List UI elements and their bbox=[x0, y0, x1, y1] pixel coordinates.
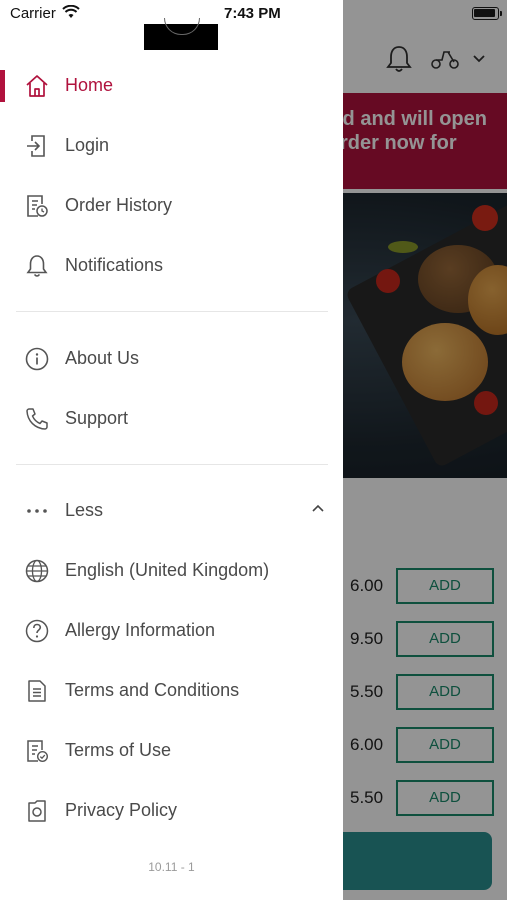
menu-item-home[interactable]: Home bbox=[0, 62, 343, 110]
menu-item-order-history[interactable]: Order History bbox=[0, 182, 343, 230]
menu-item-label: Terms of Use bbox=[65, 740, 172, 760]
menu-item-label: Login bbox=[65, 135, 110, 155]
menu-item-about-us[interactable]: About Us bbox=[0, 335, 343, 383]
menu-item-language[interactable]: English (United Kingdom) bbox=[0, 547, 343, 595]
menu-item-less-toggle[interactable]: Less bbox=[0, 487, 343, 535]
menu-item-terms-and-conditions[interactable]: Terms and Conditions bbox=[0, 667, 343, 715]
login-icon bbox=[24, 133, 50, 159]
menu-item-label: Home bbox=[65, 75, 114, 95]
menu-item-label: English (United Kingdom) bbox=[65, 560, 270, 580]
menu-item-label: Order History bbox=[65, 195, 173, 215]
phone-icon bbox=[24, 406, 50, 432]
wifi-icon bbox=[62, 5, 80, 19]
privacy-icon bbox=[24, 798, 50, 824]
menu-item-label: Privacy Policy bbox=[65, 800, 178, 820]
home-icon bbox=[24, 73, 50, 99]
menu-item-notifications[interactable]: Notifications bbox=[0, 242, 343, 290]
globe-icon bbox=[24, 558, 50, 584]
menu-item-label: About Us bbox=[65, 348, 140, 368]
carrier-label: Carrier bbox=[10, 5, 56, 22]
more-dots-icon bbox=[24, 498, 50, 524]
menu-item-label: Allergy Information bbox=[65, 620, 216, 640]
status-bar: Carrier 7:43 PM bbox=[0, 0, 507, 28]
menu-item-label: Notifications bbox=[65, 255, 164, 275]
document-check-icon bbox=[24, 738, 50, 764]
menu-item-label: Support bbox=[65, 408, 129, 428]
menu-item-privacy-policy[interactable]: Privacy Policy bbox=[0, 787, 343, 835]
menu-item-support[interactable]: Support bbox=[0, 395, 343, 443]
menu-item-label: Less bbox=[65, 500, 104, 520]
chevron-up-icon bbox=[311, 503, 325, 513]
question-icon bbox=[24, 618, 50, 644]
menu-divider bbox=[16, 464, 328, 465]
info-icon bbox=[24, 346, 50, 372]
battery-icon bbox=[472, 7, 502, 20]
menu-item-terms-of-use[interactable]: Terms of Use bbox=[0, 727, 343, 775]
bell-icon bbox=[24, 253, 50, 279]
order-history-icon bbox=[24, 193, 50, 219]
menu-divider bbox=[16, 311, 328, 312]
menu-item-label: Terms and Conditions bbox=[65, 680, 240, 700]
document-icon bbox=[24, 678, 50, 704]
menu-item-allergy-information[interactable]: Allergy Information bbox=[0, 607, 343, 655]
app-version: 10.11 - 1 bbox=[148, 860, 195, 874]
menu-item-login[interactable]: Login bbox=[0, 122, 343, 170]
navigation-drawer: Home Login Order History Notifications A… bbox=[0, 0, 343, 900]
status-time: 7:43 PM bbox=[224, 5, 281, 22]
